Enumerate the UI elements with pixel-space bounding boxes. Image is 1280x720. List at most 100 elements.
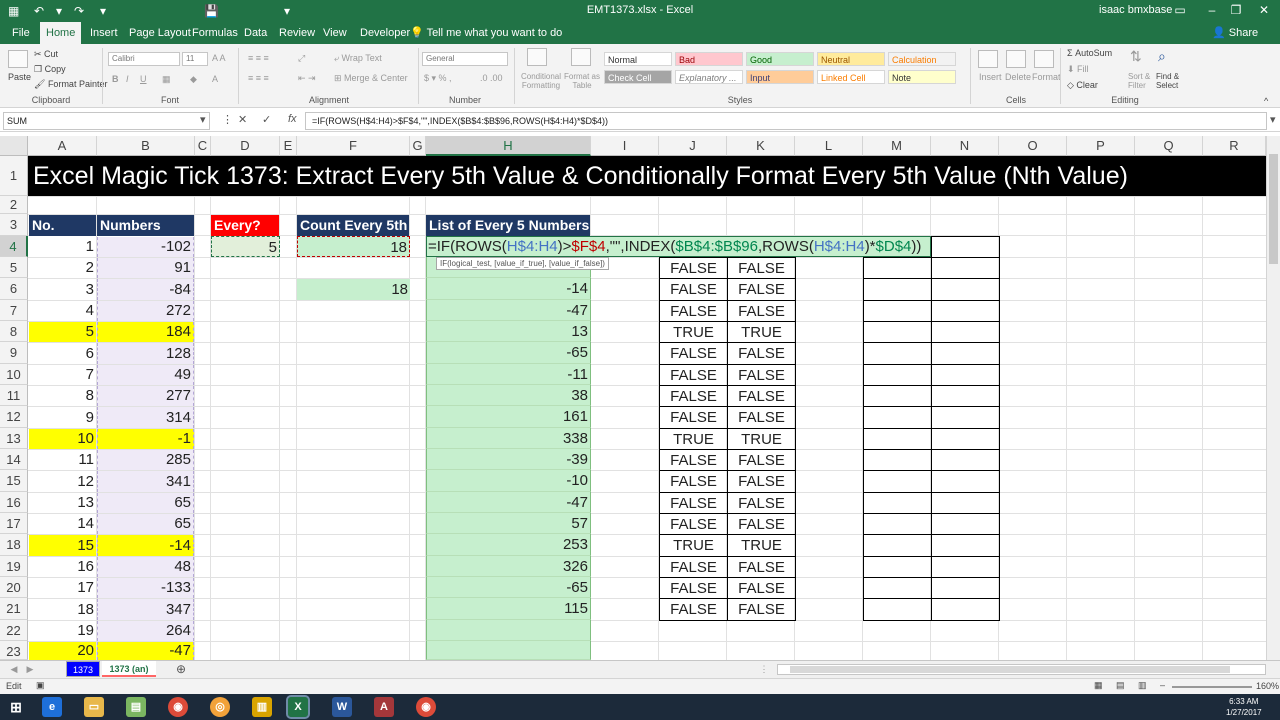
empty-cell-m[interactable] bbox=[863, 342, 932, 365]
italic-icon[interactable]: I bbox=[126, 74, 129, 84]
style-linked-cell[interactable]: Linked Cell bbox=[817, 70, 885, 84]
column-header-l[interactable]: L bbox=[795, 136, 863, 156]
empty-cell-n[interactable] bbox=[931, 449, 1000, 471]
list-cell[interactable]: 161 bbox=[426, 406, 591, 428]
empty-cell-n[interactable] bbox=[931, 364, 1000, 386]
list-cell[interactable]: -11 bbox=[426, 364, 591, 385]
empty-cell-n[interactable] bbox=[931, 342, 1000, 365]
number-cell[interactable]: 285 bbox=[97, 450, 194, 470]
windows-start-icon[interactable]: ⊞ bbox=[6, 697, 26, 717]
font-size-select[interactable]: 11 bbox=[182, 52, 208, 66]
boolean-cell-j[interactable]: FALSE bbox=[659, 449, 728, 471]
style-check-cell[interactable]: Check Cell bbox=[604, 70, 672, 84]
no-cell[interactable]: 11 bbox=[29, 450, 96, 470]
row-header-18[interactable]: 18 bbox=[0, 534, 28, 556]
number-cell[interactable]: 91 bbox=[97, 258, 194, 278]
boolean-cell-j[interactable]: FALSE bbox=[659, 406, 728, 429]
no-cell[interactable]: 15 bbox=[29, 535, 96, 556]
underline-icon[interactable]: U bbox=[140, 74, 147, 84]
format-cells-icon[interactable] bbox=[1034, 50, 1054, 68]
every-value-cell[interactable]: 5 bbox=[211, 236, 280, 257]
empty-cell-n[interactable] bbox=[931, 556, 1000, 578]
boolean-cell-k[interactable]: TRUE bbox=[727, 428, 796, 450]
delete-cells-icon[interactable] bbox=[1006, 50, 1026, 68]
number-cell[interactable]: 65 bbox=[97, 493, 194, 513]
column-header-r[interactable]: R bbox=[1203, 136, 1266, 156]
column-header-j[interactable]: J bbox=[659, 136, 727, 156]
format-as-table-icon[interactable] bbox=[571, 48, 591, 66]
row-header-16[interactable]: 16 bbox=[0, 492, 28, 513]
paste-icon[interactable] bbox=[8, 50, 28, 68]
font-color-icon[interactable]: A bbox=[212, 74, 218, 84]
row-header-10[interactable]: 10 bbox=[0, 364, 28, 385]
empty-cell-m[interactable] bbox=[863, 492, 932, 514]
empty-cell-m[interactable] bbox=[863, 449, 932, 471]
row-header-15[interactable]: 15 bbox=[0, 470, 28, 492]
empty-cell-n[interactable] bbox=[931, 300, 1000, 322]
boolean-cell-k[interactable]: FALSE bbox=[727, 364, 796, 386]
insert-cells-icon[interactable] bbox=[978, 50, 998, 68]
close-icon[interactable]: ✕ bbox=[1256, 3, 1272, 17]
zoom-level[interactable]: 160% bbox=[1256, 681, 1279, 691]
find-select-button[interactable]: Find & Select bbox=[1156, 72, 1186, 90]
no-cell[interactable]: 13 bbox=[29, 493, 96, 513]
list-cell[interactable]: -39 bbox=[426, 449, 591, 470]
empty-cell-m[interactable] bbox=[863, 470, 932, 493]
header-every[interactable]: Every? bbox=[211, 215, 279, 236]
list-cell[interactable]: -10 bbox=[426, 470, 591, 492]
system-clock[interactable]: 6:33 AM 1/27/2017 bbox=[1226, 696, 1262, 718]
sheet-title-banner[interactable]: Excel Magic Tick 1373: Extract Every 5th… bbox=[28, 156, 1266, 196]
boolean-cell-k[interactable]: FALSE bbox=[727, 598, 796, 621]
boolean-cell-k[interactable]: FALSE bbox=[727, 470, 796, 493]
boolean-cell-j[interactable]: TRUE bbox=[659, 321, 728, 343]
column-header-p[interactable]: P bbox=[1067, 136, 1135, 156]
normal-view-icon[interactable]: ▦ bbox=[1094, 680, 1103, 691]
boolean-cell-j[interactable]: FALSE bbox=[659, 513, 728, 535]
chrome-icon-2[interactable]: ◉ bbox=[416, 697, 436, 717]
cancel-icon[interactable]: ✕ bbox=[238, 113, 247, 126]
tab-home[interactable]: Home bbox=[40, 22, 82, 44]
header-count-every[interactable]: Count Every 5th bbox=[297, 215, 409, 236]
boolean-cell-k[interactable]: FALSE bbox=[727, 257, 796, 279]
list-cell[interactable]: 326 bbox=[426, 556, 591, 577]
boolean-cell-k[interactable]: FALSE bbox=[727, 342, 796, 365]
name-box[interactable]: SUM bbox=[3, 112, 210, 130]
number-cell[interactable]: -84 bbox=[97, 279, 194, 300]
tab-review[interactable]: Review bbox=[273, 22, 321, 44]
empty-cell-m[interactable] bbox=[863, 428, 932, 450]
boolean-cell-k[interactable]: FALSE bbox=[727, 406, 796, 429]
number-cell[interactable]: 49 bbox=[97, 365, 194, 385]
empty-cell-m[interactable] bbox=[863, 556, 932, 578]
boolean-cell-k[interactable]: FALSE bbox=[727, 556, 796, 578]
zoom-out-icon[interactable]: – bbox=[1160, 680, 1165, 690]
left-align-icon[interactable]: ≡ ≡ ≡ bbox=[248, 73, 269, 83]
no-cell[interactable]: 4 bbox=[29, 301, 96, 321]
row-header-6[interactable]: 6 bbox=[0, 278, 28, 300]
chrome-icon[interactable]: ◉ bbox=[168, 697, 188, 717]
boolean-cell-j[interactable]: FALSE bbox=[659, 598, 728, 621]
horizontal-scroll-thumb[interactable] bbox=[790, 666, 1230, 673]
delete-cells-button[interactable]: Delete bbox=[1005, 72, 1031, 82]
formula-input[interactable]: =IF(ROWS(H$4:H4)>$F$4,"",INDEX($B$4:$B$9… bbox=[305, 112, 1267, 130]
vertical-scroll-thumb[interactable] bbox=[1269, 154, 1278, 264]
column-header-e[interactable]: E bbox=[280, 136, 297, 156]
no-cell[interactable]: 19 bbox=[29, 621, 96, 641]
new-sheet-icon[interactable]: ⊕ bbox=[172, 661, 190, 677]
number-format-select[interactable]: General bbox=[422, 52, 508, 66]
top-align-icon[interactable]: ≡ ≡ ≡ bbox=[248, 53, 269, 63]
boolean-cell-j[interactable]: FALSE bbox=[659, 364, 728, 386]
row-header-20[interactable]: 20 bbox=[0, 577, 28, 598]
list-cell[interactable] bbox=[426, 620, 591, 641]
empty-cell-m[interactable] bbox=[863, 364, 932, 386]
bold-icon[interactable]: B bbox=[112, 74, 119, 84]
list-cell[interactable]: -47 bbox=[426, 300, 591, 321]
count-value-cell-2[interactable]: 18 bbox=[297, 279, 410, 300]
boolean-cell-j[interactable]: FALSE bbox=[659, 257, 728, 279]
empty-cell-n[interactable] bbox=[931, 321, 1000, 343]
header-no[interactable]: No. bbox=[29, 215, 96, 236]
zoom-slider[interactable] bbox=[1172, 686, 1252, 688]
number-cell[interactable]: -133 bbox=[97, 578, 194, 598]
number-cell[interactable]: 272 bbox=[97, 301, 194, 321]
select-all-corner[interactable] bbox=[0, 136, 28, 156]
boolean-cell-k[interactable]: FALSE bbox=[727, 492, 796, 514]
